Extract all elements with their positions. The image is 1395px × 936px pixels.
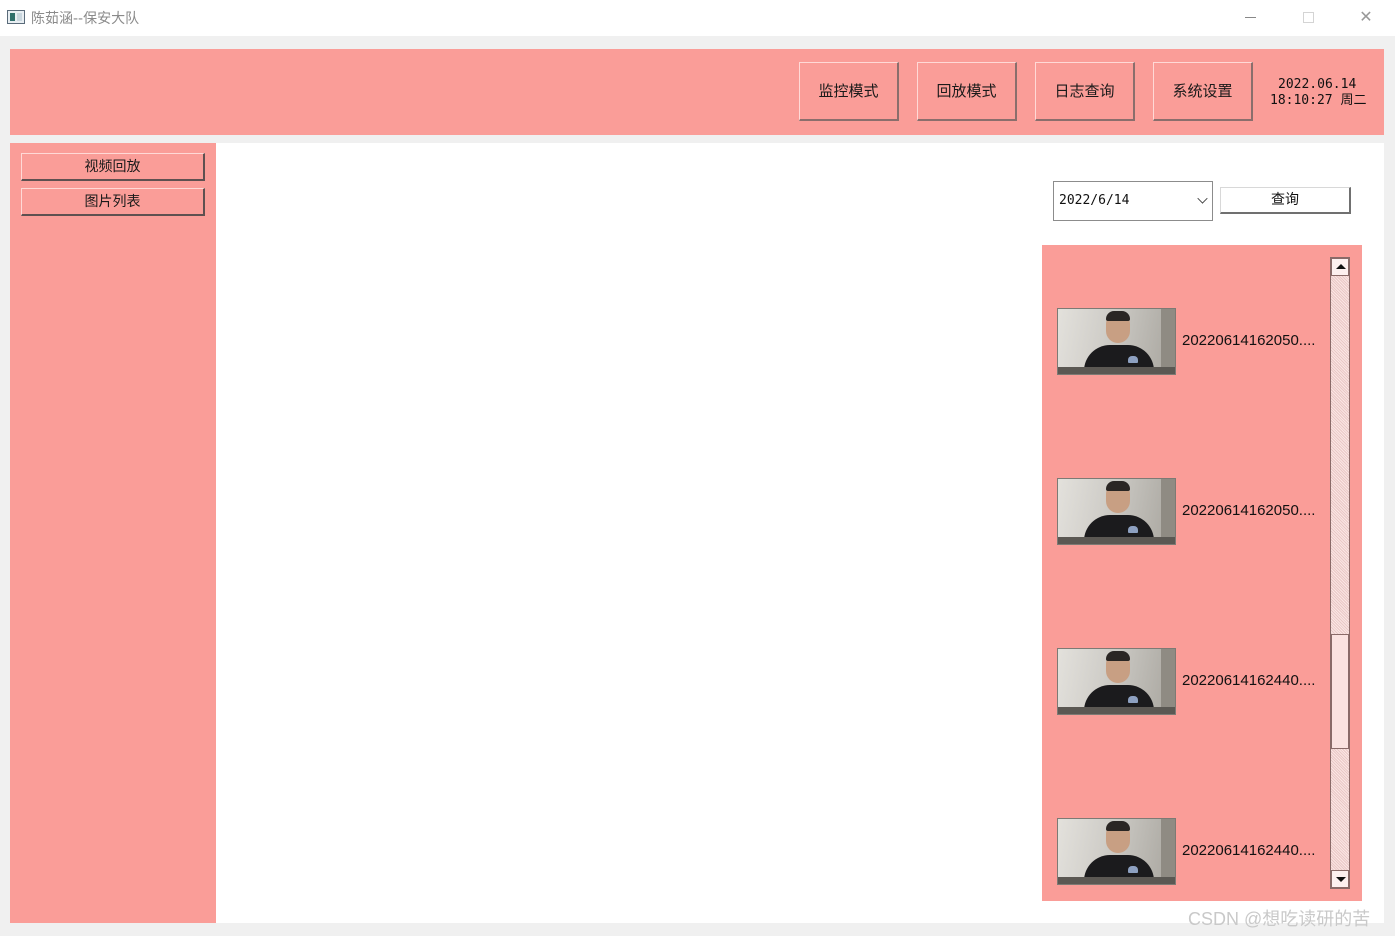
list-item[interactable]: 20220614162050.... (1057, 478, 1329, 546)
scrollbar-thumb[interactable] (1331, 634, 1349, 749)
close-icon[interactable]: ✕ (1337, 0, 1395, 36)
weekday-text: 周二 (1340, 93, 1367, 108)
date-text: 2022.06.14 (1278, 77, 1357, 92)
time-text: 18:10:27 (1270, 93, 1333, 108)
sidebar: 视频回放 图片列表 (10, 143, 216, 923)
query-button[interactable]: 查询 (1220, 187, 1351, 214)
log-query-button[interactable]: 日志查询 (1035, 62, 1135, 121)
chevron-down-icon[interactable] (1197, 193, 1208, 204)
image-filename: 20220614162050.... (1182, 332, 1316, 349)
playback-mode-button[interactable]: 回放模式 (917, 62, 1017, 121)
scroll-up-icon[interactable] (1331, 258, 1349, 276)
image-list-button[interactable]: 图片列表 (21, 188, 205, 216)
image-filename: 20220614162440.... (1182, 672, 1316, 689)
app-window-icon (7, 10, 25, 24)
system-settings-button[interactable]: 系统设置 (1153, 62, 1253, 121)
image-filename: 20220614162050.... (1182, 502, 1316, 519)
vertical-scrollbar[interactable] (1330, 257, 1350, 889)
date-picker-value: 2022/6/14 (1059, 193, 1130, 208)
image-list-panel: 20220614162050.... 20220614162050.... 20… (1042, 245, 1362, 901)
date-picker[interactable]: 2022/6/14 (1053, 181, 1213, 221)
datetime-display: 2022.06.14 18:10:27 周二 (1270, 77, 1366, 109)
monitor-mode-button[interactable]: 监控模式 (799, 62, 899, 121)
top-toolbar: 监控模式 回放模式 日志查询 系统设置 2022.06.14 18:10:27 … (10, 49, 1384, 135)
image-thumbnail[interactable] (1057, 648, 1176, 715)
image-thumbnail[interactable] (1057, 818, 1176, 885)
list-item[interactable]: 20220614162440.... (1057, 648, 1329, 716)
scroll-down-icon[interactable] (1331, 870, 1349, 888)
main-content: 2022/6/14 查询 20220614162050.... 20220614… (216, 143, 1384, 923)
watermark: CSDN @想吃读研的苦 (1188, 909, 1371, 929)
image-thumbnail[interactable] (1057, 308, 1176, 375)
image-filename: 20220614162440.... (1182, 842, 1316, 859)
title-bar: 陈茹涵--保安大队 ✕ (0, 0, 1395, 36)
image-thumbnail[interactable] (1057, 478, 1176, 545)
minimize-icon[interactable] (1221, 0, 1279, 36)
maximize-icon[interactable] (1279, 0, 1337, 36)
video-playback-button[interactable]: 视频回放 (21, 153, 205, 181)
window-title: 陈茹涵--保安大队 (31, 11, 140, 27)
list-item[interactable]: 20220614162050.... (1057, 308, 1329, 376)
list-item[interactable]: 20220614162440.... (1057, 818, 1329, 886)
